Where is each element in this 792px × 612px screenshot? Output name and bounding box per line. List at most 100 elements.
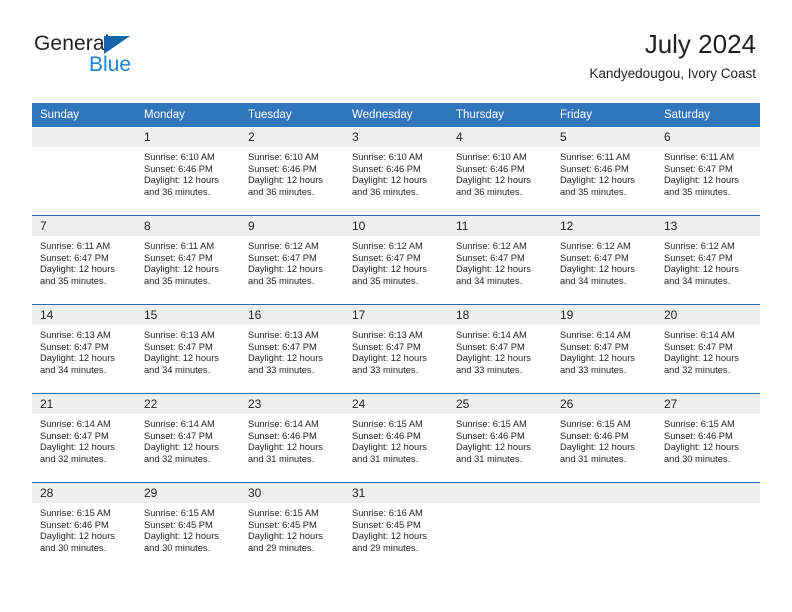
daylight-text-line2: and 31 minutes. — [560, 453, 627, 464]
calendar-day-cell[interactable]: 20 Sunrise: 6:14 AM Sunset: 6:47 PM Dayligh… — [656, 304, 760, 394]
sunset-text: Sunset: 6:46 PM — [352, 430, 421, 441]
brand-general-text: General — [34, 32, 110, 55]
weekday-header-tuesday: Tuesday — [240, 103, 344, 127]
day-details: Sunrise: 6:10 AM Sunset: 6:46 PM Daylight:… — [240, 147, 344, 198]
day-details: Sunrise: 6:13 AM Sunset: 6:47 PM Daylight:… — [32, 325, 136, 376]
weekday-header-friday: Friday — [552, 103, 656, 127]
daylight-text-line1: Daylight: 12 hours — [456, 353, 531, 364]
sunset-text: Sunset: 6:47 PM — [664, 341, 733, 352]
day-number — [448, 483, 552, 503]
day-details: Sunrise: 6:14 AM Sunset: 6:47 PM Daylight:… — [656, 325, 760, 376]
daylight-text-line2: and 34 minutes. — [144, 364, 211, 375]
calendar-day-cell[interactable]: 26 Sunrise: 6:15 AM Sunset: 6:46 PM Dayligh… — [552, 393, 656, 483]
day-details: Sunrise: 6:11 AM Sunset: 6:47 PM Daylight:… — [136, 236, 240, 287]
calendar-week-row: 7 Sunrise: 6:11 AM Sunset: 6:47 PM Daylight… — [32, 215, 760, 305]
day-details: Sunrise: 6:13 AM Sunset: 6:47 PM Daylight:… — [240, 325, 344, 376]
day-details: Sunrise: 6:10 AM Sunset: 6:46 PM Daylight:… — [344, 147, 448, 198]
sunrise-text: Sunrise: 6:15 AM — [664, 419, 735, 429]
calendar-day-cell[interactable]: 5 Sunrise: 6:11 AM Sunset: 6:46 PM Daylight… — [552, 127, 656, 216]
calendar-day-cell-empty — [448, 482, 552, 571]
day-details: Sunrise: 6:14 AM Sunset: 6:47 PM Daylight:… — [32, 414, 136, 465]
daylight-text-line2: and 34 minutes. — [40, 364, 107, 375]
calendar-day-cell[interactable]: 17 Sunrise: 6:13 AM Sunset: 6:47 PM Dayligh… — [344, 304, 448, 394]
sunset-text: Sunset: 6:45 PM — [144, 519, 213, 530]
calendar-day-cell[interactable]: 7 Sunrise: 6:11 AM Sunset: 6:47 PM Daylight… — [32, 215, 136, 305]
calendar-day-cell[interactable]: 6 Sunrise: 6:11 AM Sunset: 6:47 PM Daylight… — [656, 127, 760, 216]
calendar-day-cell[interactable]: 31 Sunrise: 6:16 AM Sunset: 6:45 PM Dayligh… — [344, 482, 448, 571]
sunset-text: Sunset: 6:47 PM — [456, 341, 525, 352]
day-details: Sunrise: 6:15 AM Sunset: 6:46 PM Daylight:… — [656, 414, 760, 465]
calendar-table: Sunday Monday Tuesday Wednesday Thursday… — [32, 103, 760, 571]
daylight-text-line2: and 35 minutes. — [40, 275, 107, 286]
calendar-day-cell[interactable]: 28 Sunrise: 6:15 AM Sunset: 6:46 PM Dayligh… — [32, 482, 136, 571]
calendar-day-cell[interactable]: 16 Sunrise: 6:13 AM Sunset: 6:47 PM Dayligh… — [240, 304, 344, 394]
calendar-day-cell[interactable]: 3 Sunrise: 6:10 AM Sunset: 6:46 PM Daylight… — [344, 127, 448, 216]
day-details: Sunrise: 6:15 AM Sunset: 6:46 PM Daylight:… — [32, 503, 136, 554]
day-number: 6 — [656, 127, 760, 147]
day-details: Sunrise: 6:12 AM Sunset: 6:47 PM Daylight:… — [448, 236, 552, 287]
calendar-day-cell[interactable]: 13 Sunrise: 6:12 AM Sunset: 6:47 PM Dayligh… — [656, 215, 760, 305]
day-number: 23 — [240, 394, 344, 414]
calendar-day-cell[interactable]: 4 Sunrise: 6:10 AM Sunset: 6:46 PM Daylight… — [448, 127, 552, 216]
sunrise-text: Sunrise: 6:14 AM — [664, 330, 735, 340]
calendar-day-cell[interactable]: 9 Sunrise: 6:12 AM Sunset: 6:47 PM Daylight… — [240, 215, 344, 305]
sunset-text: Sunset: 6:46 PM — [248, 163, 317, 174]
calendar-day-cell[interactable]: 1 Sunrise: 6:10 AM Sunset: 6:46 PM Daylight… — [136, 127, 240, 216]
daylight-text-line1: Daylight: 12 hours — [144, 353, 219, 364]
calendar-week-row: 1 Sunrise: 6:10 AM Sunset: 6:46 PM Daylight… — [32, 127, 760, 216]
calendar-day-cell[interactable]: 14 Sunrise: 6:13 AM Sunset: 6:47 PM Dayligh… — [32, 304, 136, 394]
calendar-day-cell[interactable]: 2 Sunrise: 6:10 AM Sunset: 6:46 PM Daylight… — [240, 127, 344, 216]
sunset-text: Sunset: 6:47 PM — [40, 341, 109, 352]
calendar-day-cell[interactable]: 10 Sunrise: 6:12 AM Sunset: 6:47 PM Dayligh… — [344, 215, 448, 305]
sunrise-text: Sunrise: 6:12 AM — [352, 241, 423, 251]
calendar-day-cell[interactable]: 22 Sunrise: 6:14 AM Sunset: 6:47 PM Dayligh… — [136, 393, 240, 483]
day-details: Sunrise: 6:11 AM Sunset: 6:46 PM Daylight:… — [552, 147, 656, 198]
daylight-text-line2: and 36 minutes. — [456, 186, 523, 197]
brand-logo[interactable]: General Blue — [34, 33, 234, 83]
calendar-day-cell[interactable]: 8 Sunrise: 6:11 AM Sunset: 6:47 PM Daylight… — [136, 215, 240, 305]
calendar-day-cell[interactable]: 23 Sunrise: 6:14 AM Sunset: 6:46 PM Dayligh… — [240, 393, 344, 483]
day-details: Sunrise: 6:15 AM Sunset: 6:45 PM Daylight:… — [136, 503, 240, 554]
calendar-day-cell[interactable]: 19 Sunrise: 6:14 AM Sunset: 6:47 PM Dayligh… — [552, 304, 656, 394]
sunrise-text: Sunrise: 6:15 AM — [40, 508, 111, 518]
calendar-day-cell[interactable]: 30 Sunrise: 6:15 AM Sunset: 6:45 PM Dayligh… — [240, 482, 344, 571]
daylight-text-line2: and 35 minutes. — [560, 186, 627, 197]
sunrise-text: Sunrise: 6:13 AM — [248, 330, 319, 340]
daylight-text-line2: and 33 minutes. — [560, 364, 627, 375]
daylight-text-line1: Daylight: 12 hours — [664, 353, 739, 364]
page-title: July 2024 — [644, 29, 756, 59]
sunset-text: Sunset: 6:45 PM — [248, 519, 317, 530]
calendar-day-cell[interactable]: 29 Sunrise: 6:15 AM Sunset: 6:45 PM Dayligh… — [136, 482, 240, 571]
day-number: 8 — [136, 216, 240, 236]
day-number: 22 — [136, 394, 240, 414]
sunrise-text: Sunrise: 6:11 AM — [40, 241, 111, 251]
daylight-text-line1: Daylight: 12 hours — [560, 442, 635, 453]
daylight-text-line2: and 30 minutes. — [144, 542, 211, 553]
sunset-text: Sunset: 6:46 PM — [560, 430, 629, 441]
daylight-text-line1: Daylight: 12 hours — [248, 175, 323, 186]
day-number: 14 — [32, 305, 136, 325]
calendar-head: Sunday Monday Tuesday Wednesday Thursday… — [32, 103, 760, 127]
calendar-day-cell[interactable]: 25 Sunrise: 6:15 AM Sunset: 6:46 PM Dayligh… — [448, 393, 552, 483]
sunset-text: Sunset: 6:47 PM — [40, 252, 109, 263]
day-number: 2 — [240, 127, 344, 147]
day-details: Sunrise: 6:14 AM Sunset: 6:47 PM Daylight:… — [552, 325, 656, 376]
calendar-day-cell[interactable]: 27 Sunrise: 6:15 AM Sunset: 6:46 PM Dayligh… — [656, 393, 760, 483]
day-details: Sunrise: 6:12 AM Sunset: 6:47 PM Daylight:… — [552, 236, 656, 287]
calendar-day-cell[interactable]: 15 Sunrise: 6:13 AM Sunset: 6:47 PM Dayligh… — [136, 304, 240, 394]
day-details: Sunrise: 6:11 AM Sunset: 6:47 PM Daylight:… — [32, 236, 136, 287]
calendar-day-cell[interactable]: 24 Sunrise: 6:15 AM Sunset: 6:46 PM Dayligh… — [344, 393, 448, 483]
sunrise-text: Sunrise: 6:10 AM — [456, 152, 527, 162]
sunrise-text: Sunrise: 6:14 AM — [456, 330, 527, 340]
daylight-text-line1: Daylight: 12 hours — [352, 264, 427, 275]
calendar-day-cell[interactable]: 18 Sunrise: 6:14 AM Sunset: 6:47 PM Dayligh… — [448, 304, 552, 394]
daylight-text-line2: and 36 minutes. — [144, 186, 211, 197]
title-block: July 2024 Kandyedougou, Ivory Coast — [589, 28, 756, 82]
calendar-day-cell[interactable]: 21 Sunrise: 6:14 AM Sunset: 6:47 PM Dayligh… — [32, 393, 136, 483]
day-details: Sunrise: 6:14 AM Sunset: 6:47 PM Daylight:… — [448, 325, 552, 376]
calendar-day-cell[interactable]: 12 Sunrise: 6:12 AM Sunset: 6:47 PM Dayligh… — [552, 215, 656, 305]
calendar-day-cell[interactable]: 11 Sunrise: 6:12 AM Sunset: 6:47 PM Dayligh… — [448, 215, 552, 305]
daylight-text-line1: Daylight: 12 hours — [560, 353, 635, 364]
daylight-text-line2: and 31 minutes. — [248, 453, 315, 464]
daylight-text-line2: and 35 minutes. — [664, 186, 731, 197]
